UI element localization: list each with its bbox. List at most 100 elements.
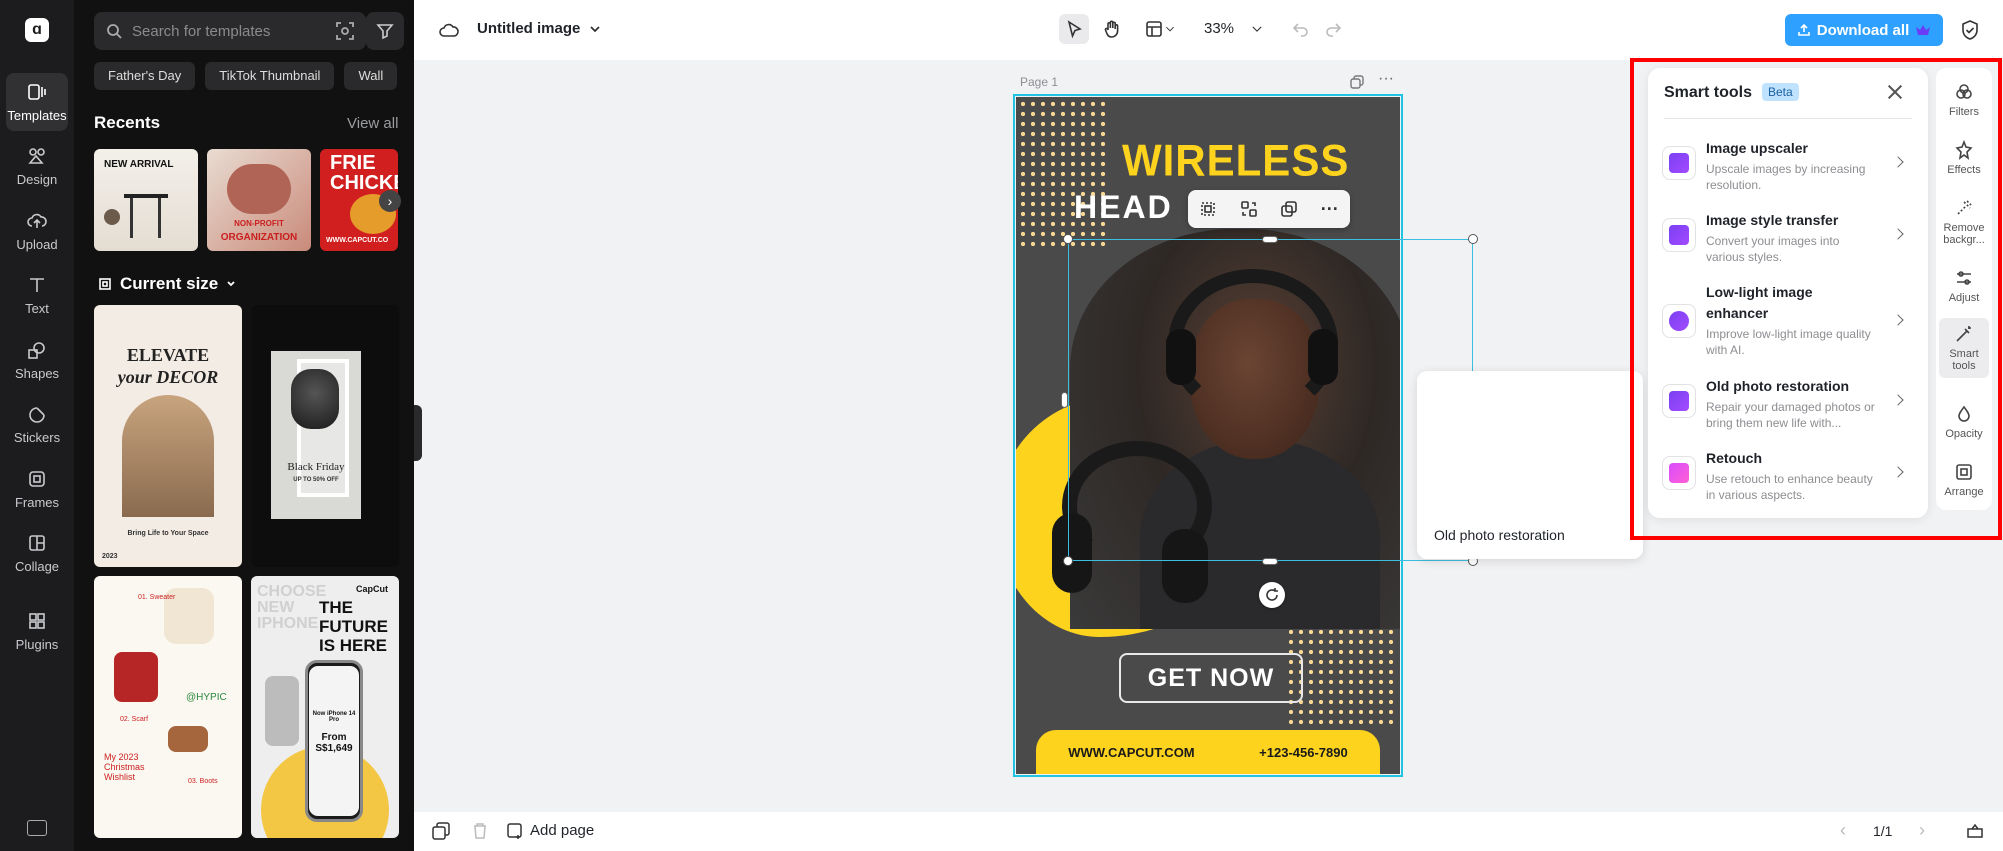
- next-page-icon[interactable]: ›: [1919, 820, 1925, 841]
- template-caption: My 2023 Christmas Wishlist: [104, 752, 145, 782]
- nav-design[interactable]: Design: [6, 137, 68, 195]
- document-title[interactable]: Untitled image: [477, 20, 580, 37]
- undo-button[interactable]: [1286, 14, 1316, 44]
- website-text: WWW.CAPCUT.COM: [1068, 744, 1195, 760]
- nav-stickers[interactable]: Stickers: [6, 395, 68, 453]
- cloud-icon[interactable]: [438, 20, 460, 40]
- duplicate-page-icon[interactable]: [1350, 75, 1364, 89]
- nav-upload[interactable]: Upload: [6, 202, 68, 260]
- layers-icon[interactable]: [432, 822, 450, 840]
- tooltip-label: Old photo restoration: [1434, 527, 1565, 543]
- template-card-wishlist[interactable]: 01. Sweater @HYPIC 02. Scarf My 2023 Chr…: [94, 576, 242, 838]
- upload-icon: [1797, 23, 1810, 36]
- crop-select-icon[interactable]: [1199, 200, 1217, 218]
- template-category-chips: Father's Day TikTok Thumbnail Wall: [94, 62, 414, 90]
- template-c2: 02. Scarf: [120, 716, 149, 723]
- select-tool[interactable]: [1059, 14, 1089, 44]
- template-c3: 03. Boots: [188, 778, 218, 785]
- resize-handle-top[interactable]: [1262, 236, 1278, 243]
- more-icon[interactable]: ···: [1321, 199, 1339, 220]
- chevron-down-icon: [1252, 26, 1262, 32]
- layout-tool[interactable]: [1139, 14, 1181, 44]
- zoom-dropdown[interactable]: [1242, 14, 1272, 44]
- keyboard-shortcuts-icon[interactable]: [27, 820, 47, 836]
- highlight-annotation-box: [1630, 58, 2002, 540]
- decor-dots-top: [1018, 99, 1108, 249]
- templates-icon: [28, 84, 46, 100]
- template-caption: Now iPhone 14 Pro: [312, 711, 356, 723]
- add-page-button[interactable]: Add page: [530, 822, 594, 839]
- hand-icon: [1104, 20, 1119, 38]
- recent-template-1[interactable]: NEW ARRIVAL: [94, 149, 198, 251]
- template-card-future[interactable]: CHOOSE NEW IPHONE CapCut THE FUTURE IS H…: [251, 576, 399, 838]
- resize-handle-left[interactable]: [1061, 392, 1068, 408]
- chip-wallpaper[interactable]: Wall: [344, 62, 398, 90]
- resize-handle-bottom[interactable]: [1262, 558, 1278, 565]
- image-search-icon[interactable]: [334, 20, 356, 42]
- resize-handle[interactable]: [1063, 234, 1073, 244]
- hand-tool[interactable]: [1097, 14, 1127, 44]
- add-page-icon[interactable]: [506, 822, 524, 840]
- templates-panel: Father's Day TikTok Thumbnail Wall Recen…: [74, 0, 414, 851]
- template-card-elevate[interactable]: ELEVATE your DECOR Bring Life to Your Sp…: [94, 305, 242, 567]
- template-title-2: your DECOR: [117, 367, 219, 387]
- template-caption: Bring Life to Your Space: [127, 530, 209, 537]
- nav-label: Design: [16, 172, 58, 187]
- shield-check-icon[interactable]: [1960, 19, 1980, 41]
- search-input[interactable]: [132, 22, 312, 40]
- nav-text[interactable]: Text: [6, 266, 68, 324]
- resize-handle[interactable]: [1063, 556, 1073, 566]
- layout-icon: [1146, 21, 1162, 37]
- template-card-black-friday[interactable]: Black Friday UP TO 50% OFF: [251, 305, 399, 567]
- filter-icon: [376, 24, 394, 40]
- rotate-icon: [1266, 588, 1278, 601]
- nav-templates[interactable]: Templates: [6, 73, 68, 131]
- chevron-down-icon[interactable]: [589, 25, 601, 35]
- upload-icon: [27, 213, 47, 228]
- nav-label: Shapes: [14, 366, 60, 381]
- prev-page-icon[interactable]: ‹: [1840, 820, 1846, 841]
- nav-collage[interactable]: Collage: [6, 524, 68, 582]
- view-all-link[interactable]: View all: [347, 115, 398, 132]
- selection-box: [1068, 239, 1473, 561]
- presentation-icon[interactable]: [1966, 823, 1984, 839]
- redo-button[interactable]: [1318, 14, 1348, 44]
- shapes-icon: [28, 342, 45, 359]
- recent-template-2[interactable]: NON-PROFIT ORGANIZATION: [207, 149, 311, 251]
- nav-label: Collage: [14, 559, 60, 574]
- nav-shapes[interactable]: Shapes: [6, 331, 68, 389]
- template-title: Black Friday: [287, 461, 345, 473]
- nav-frames[interactable]: Frames: [6, 460, 68, 518]
- chip-fathers-day[interactable]: Father's Day: [94, 62, 196, 90]
- stickers-icon: [29, 407, 45, 423]
- capcut-logo-icon[interactable]: ɑ: [25, 18, 49, 42]
- filter-button[interactable]: [366, 12, 404, 50]
- nav-label: Frames: [14, 495, 60, 510]
- get-now-button-graphic[interactable]: GET NOW: [1119, 653, 1303, 703]
- download-label: Download all: [1816, 21, 1910, 39]
- frames-icon: [29, 471, 45, 487]
- trash-icon[interactable]: [472, 822, 488, 840]
- text-icon: [30, 278, 44, 292]
- chevron-down-icon: [227, 281, 235, 287]
- headline-headphones[interactable]: HEAD: [1074, 189, 1173, 226]
- panel-collapse-handle[interactable]: [414, 405, 422, 461]
- current-size-filter[interactable]: Current size: [98, 274, 236, 294]
- undo-icon: [1292, 23, 1308, 37]
- contact-footer-bar[interactable]: WWW.CAPCUT.COM +123-456-7890: [1036, 730, 1380, 774]
- headline-wireless[interactable]: WIRELESS: [1122, 136, 1349, 186]
- left-nav-rail: ɑ Templates Design Upload Text Shapes St…: [0, 0, 74, 851]
- nav-label: Text: [25, 301, 49, 316]
- zoom-level[interactable]: 33%: [1204, 20, 1234, 37]
- nav-label: Upload: [16, 237, 58, 252]
- page-more-icon[interactable]: ···: [1378, 70, 1394, 88]
- download-all-button[interactable]: Download all: [1785, 14, 1943, 46]
- replace-icon[interactable]: [1240, 200, 1258, 218]
- recents-next-button[interactable]: ›: [379, 190, 401, 212]
- nav-plugins[interactable]: Plugins: [6, 602, 68, 660]
- rotate-handle[interactable]: [1259, 582, 1285, 608]
- resize-handle[interactable]: [1468, 234, 1478, 244]
- chip-tiktok-thumbnail[interactable]: TikTok Thumbnail: [205, 62, 335, 90]
- copy-icon[interactable]: [1280, 200, 1298, 218]
- template-caption: UP TO 50% OFF: [293, 477, 339, 483]
